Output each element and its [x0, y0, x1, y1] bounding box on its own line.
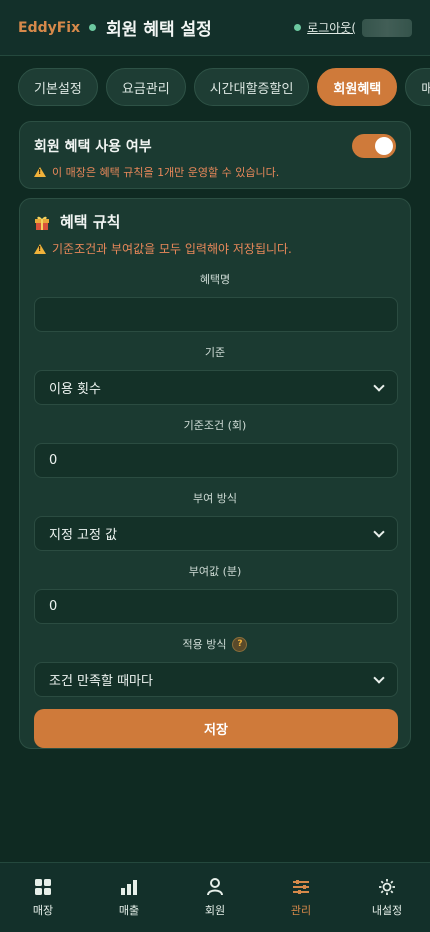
condition-label: 기준조건 (회) [183, 419, 247, 432]
header-right: 로그아웃( [294, 18, 412, 37]
status-dot [89, 24, 97, 31]
page-title: 회원 혜택 설정 [106, 20, 212, 40]
grant-value-label: 부여값 (분) [188, 565, 242, 578]
nav-manage-label: 관리 [290, 903, 312, 917]
logout-link[interactable]: 로그아웃( [307, 19, 356, 36]
basis-select[interactable]: 이용 횟수 [34, 370, 398, 405]
rule-warning: 기준조건과 부여값을 모두 입력해야 저장됩니다. [34, 240, 396, 257]
warning-icon [34, 167, 46, 177]
toggle-knob [375, 137, 393, 155]
tab-basic[interactable]: 기본설정 [18, 68, 98, 106]
rule-title: 혜택 규칙 [60, 213, 121, 231]
grant-method-label: 부여 방식 [193, 492, 237, 505]
online-dot [294, 24, 302, 31]
tab-store[interactable]: 매점 [405, 68, 430, 106]
settings-tabs: 기본설정 요금관리 시간대할증할인 회원혜택 매점 [18, 68, 430, 108]
benefit-name-label: 혜택명 [199, 273, 231, 286]
nav-store-label: 매장 [32, 903, 54, 917]
nav-store[interactable]: 매장 [0, 863, 86, 932]
nav-members[interactable]: 회원 [172, 863, 258, 932]
benefit-toggle-switch[interactable] [352, 134, 396, 158]
grid-icon [35, 878, 51, 895]
top-header: EddyFix 회원 혜택 설정 로그아웃( [0, 0, 430, 56]
tab-pricing[interactable]: 요금관리 [105, 68, 186, 106]
apply-method-select[interactable]: 조건 만족할 때마다 [34, 662, 398, 697]
nav-my-settings[interactable]: 내설정 [344, 863, 430, 932]
chevron-down-icon [373, 379, 385, 392]
apply-method-label: 적용 방식 ? [34, 636, 396, 652]
user-icon [207, 877, 223, 895]
rule-warning-text: 기준조건과 부여값을 모두 입력해야 저장됩니다. [52, 242, 292, 256]
help-icon[interactable]: ? [232, 636, 248, 652]
tab-member-benefits[interactable]: 회원혜택 [317, 68, 398, 106]
nav-sales[interactable]: 매출 [86, 863, 172, 932]
gift-icon [35, 216, 49, 230]
grant-method-value: 지정 고정 값 [49, 528, 118, 543]
nav-sales-label: 매출 [118, 903, 140, 917]
brand-logo[interactable]: EddyFix [18, 20, 80, 36]
grant-method-select[interactable]: 지정 고정 값 [34, 516, 398, 551]
nav-members-label: 회원 [204, 903, 226, 917]
blurred-username [362, 18, 412, 37]
warning-icon [34, 243, 46, 254]
benefit-name-input[interactable] [34, 297, 398, 332]
basis-value: 이용 횟수 [49, 382, 101, 397]
benefit-toggle-label: 회원 혜택 사용 여부 [34, 139, 152, 155]
sun-settings-icon [379, 878, 395, 895]
bar-chart-icon [121, 879, 137, 895]
benefit-rule-card: 혜택 규칙 기준조건과 부여값을 모두 입력해야 저장됩니다. 혜택명 기준 이… [19, 198, 411, 749]
basis-label: 기준 [204, 346, 226, 359]
bottom-nav: 매장 매출 회원 관리 내설정 [0, 862, 430, 932]
condition-input[interactable]: 0 [34, 443, 398, 478]
nav-my-settings-label: 내설정 [371, 903, 403, 917]
apply-method-value: 조건 만족할 때마다 [49, 674, 153, 689]
save-button[interactable]: 저장 [34, 709, 398, 748]
chevron-down-icon [373, 525, 385, 538]
toggle-warning-text: 이 매장은 혜택 규칙을 1개만 운영할 수 있습니다. [52, 166, 280, 179]
chevron-down-icon [373, 671, 385, 684]
sliders-icon [293, 879, 309, 894]
apply-method-label-text: 적용 방식 [182, 638, 227, 651]
tab-time-surcharge[interactable]: 시간대할증할인 [193, 68, 310, 106]
nav-manage[interactable]: 관리 [258, 863, 344, 932]
grant-value-input[interactable]: 0 [34, 589, 398, 624]
benefit-toggle-card: 회원 혜택 사용 여부 이 매장은 혜택 규칙을 1개만 운영할 수 있습니다. [19, 121, 411, 189]
toggle-warning: 이 매장은 혜택 규칙을 1개만 운영할 수 있습니다. [34, 164, 396, 180]
